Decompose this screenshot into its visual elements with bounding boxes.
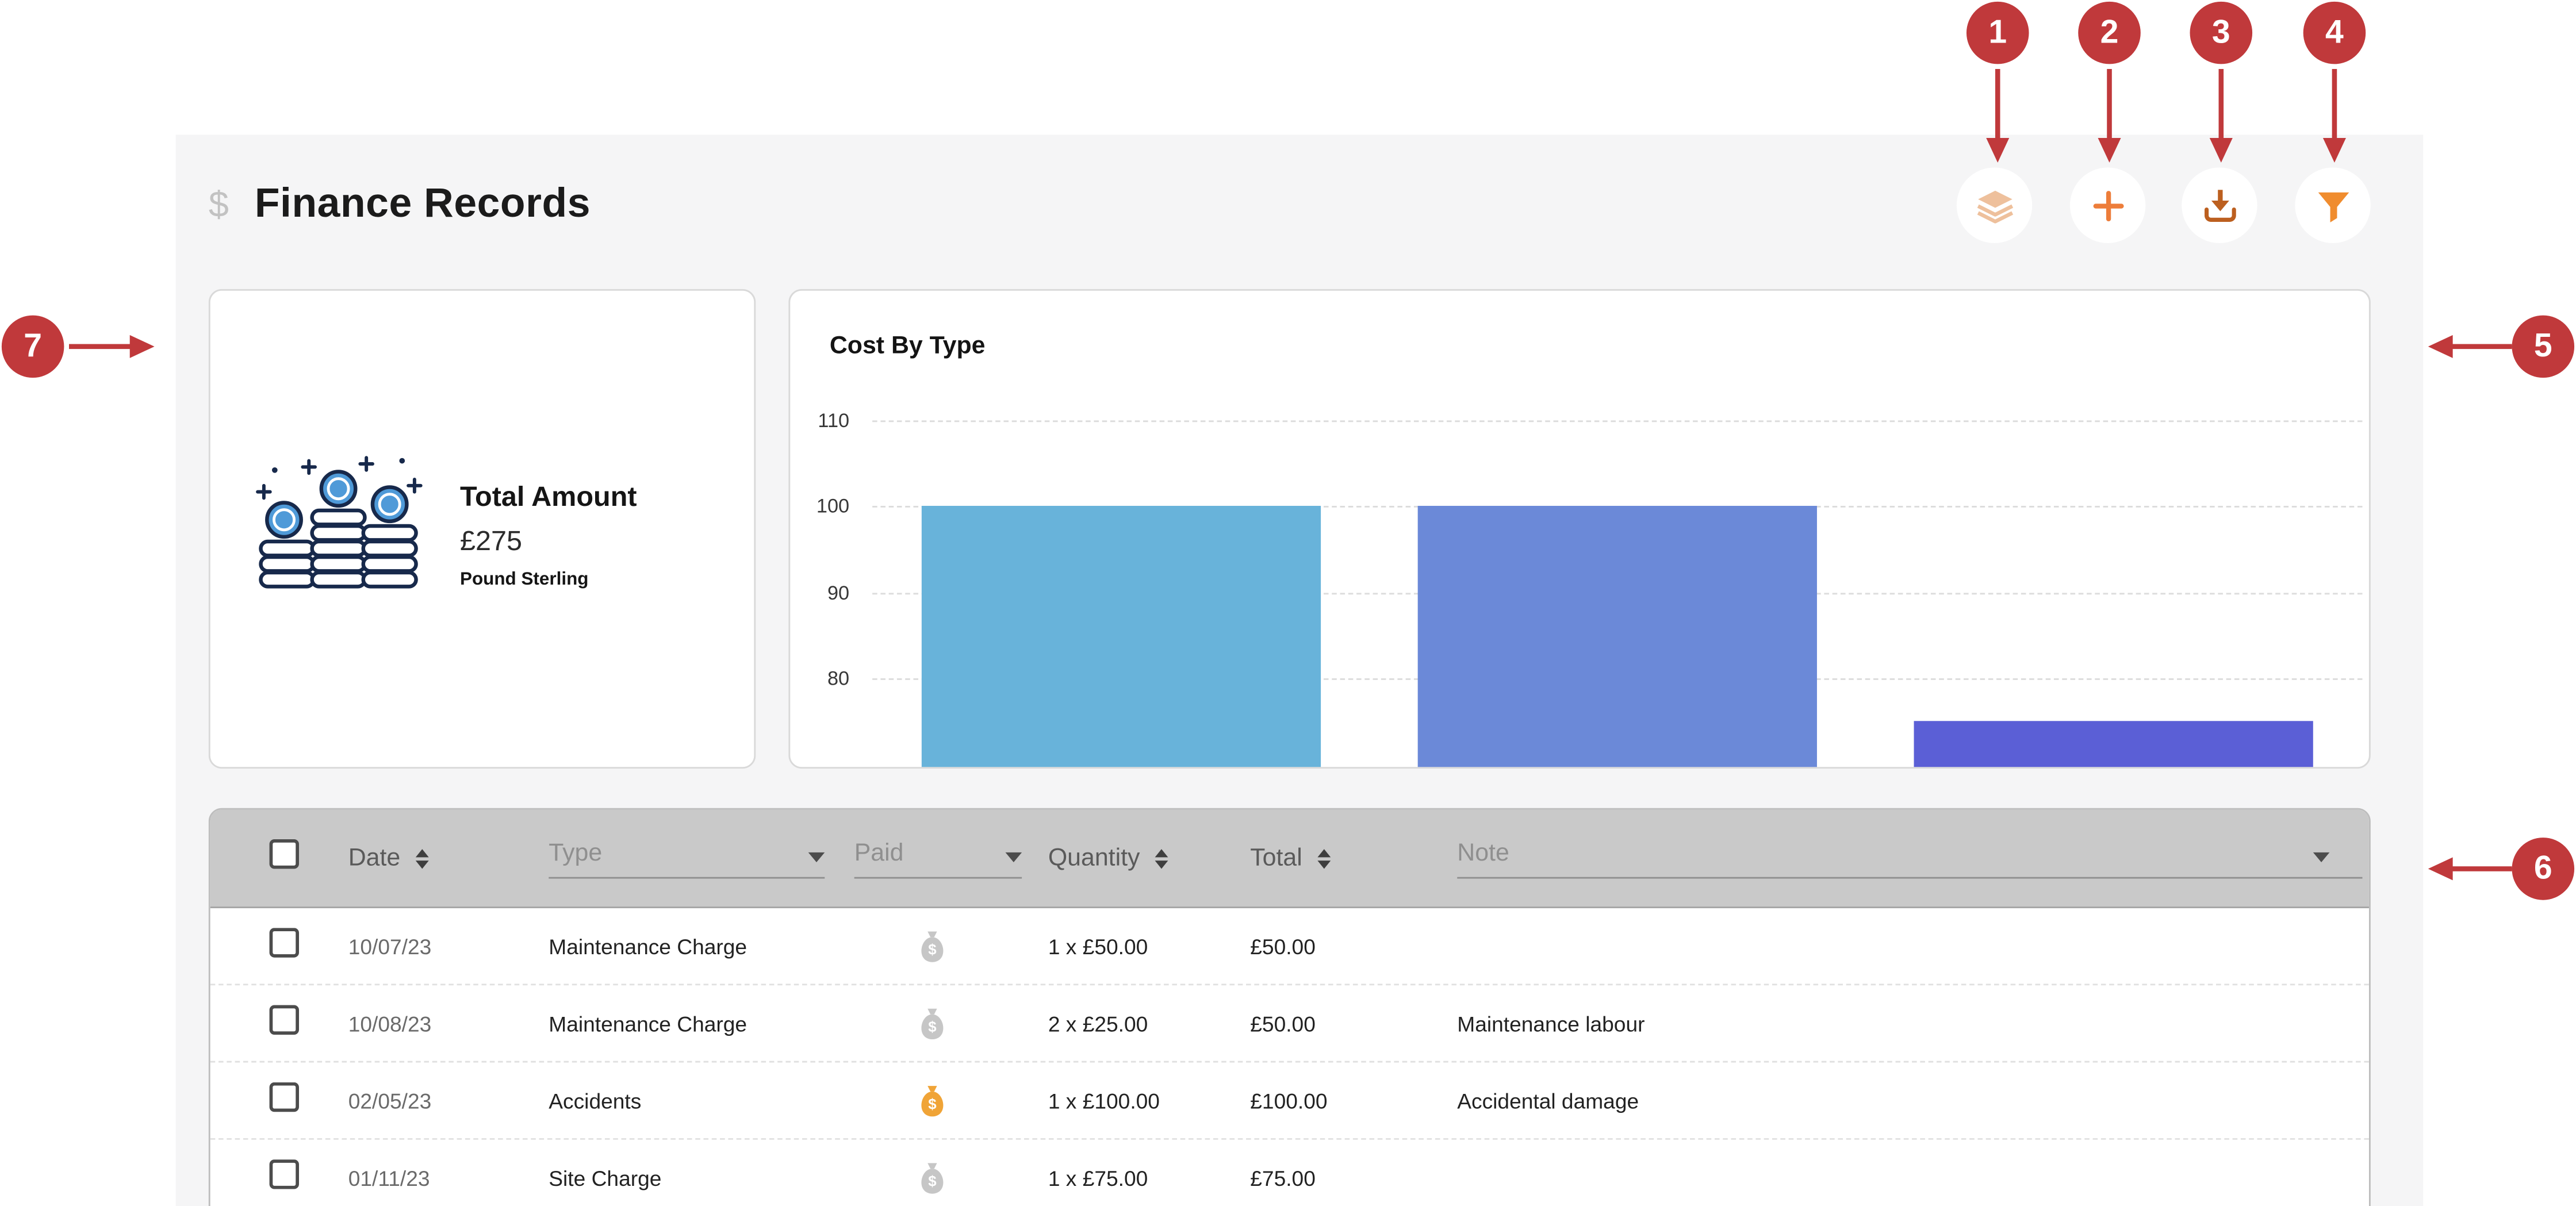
row-checkbox[interactable] bbox=[270, 927, 299, 957]
table-row[interactable]: 02/05/23 Accidents $ 1 x £100.00 £100.00… bbox=[210, 1063, 2369, 1140]
annotation-marker-2: 2 bbox=[2078, 2, 2141, 64]
column-type-label: Type bbox=[549, 839, 602, 867]
download-icon bbox=[2199, 185, 2240, 225]
annotation-marker-5: 5 bbox=[2512, 316, 2575, 378]
cell-quantity: 1 x £50.00 bbox=[1035, 934, 1237, 958]
annotation-arrow-right bbox=[69, 333, 158, 360]
svg-text:$: $ bbox=[928, 941, 936, 957]
y-tick-label: 110 bbox=[790, 406, 849, 433]
total-amount-value: £275 bbox=[460, 525, 637, 558]
svg-text:$: $ bbox=[928, 1096, 936, 1112]
sort-icon bbox=[1155, 848, 1168, 868]
chevron-down-icon bbox=[1006, 851, 1022, 861]
cell-type: Maintenance Charge bbox=[535, 1011, 841, 1036]
cell-note: Maintenance labour bbox=[1444, 1011, 2369, 1036]
cell-quantity: 1 x £100.00 bbox=[1035, 1088, 1237, 1113]
cell-note: Accidental damage bbox=[1444, 1088, 2369, 1113]
records-table: Date Type Paid Quantity bbox=[209, 808, 2371, 1206]
row-checkbox[interactable] bbox=[270, 1159, 299, 1188]
chevron-down-icon bbox=[808, 851, 825, 861]
chevron-down-icon bbox=[2313, 851, 2330, 861]
chart-bar bbox=[1914, 721, 2313, 767]
total-amount-card: Total Amount £275 Pound Sterling bbox=[209, 289, 756, 769]
dollar-icon: $ bbox=[209, 184, 229, 226]
total-amount-currency: Pound Sterling bbox=[460, 570, 637, 589]
cell-total: £50.00 bbox=[1237, 934, 1444, 958]
total-amount-title: Total Amount bbox=[460, 481, 637, 514]
download-button[interactable] bbox=[2182, 167, 2257, 243]
cell-quantity: 1 x £75.00 bbox=[1035, 1165, 1237, 1190]
column-note-label: Note bbox=[1457, 839, 1509, 867]
layers-icon bbox=[1974, 185, 2015, 225]
annotation-marker-6: 6 bbox=[2512, 838, 2575, 900]
annotation-marker-3: 3 bbox=[2190, 2, 2253, 64]
money-bag-icon: $ bbox=[917, 1161, 948, 1195]
table-row[interactable]: 10/07/23 Maintenance Charge $ 1 x £50.00… bbox=[210, 908, 2369, 985]
money-bag-icon: $ bbox=[917, 1083, 948, 1117]
row-checkbox[interactable] bbox=[270, 1004, 299, 1034]
svg-text:$: $ bbox=[928, 1173, 936, 1189]
cell-date: 01/11/23 bbox=[335, 1165, 536, 1190]
cell-date: 10/07/23 bbox=[335, 934, 536, 958]
table-row[interactable]: 10/08/23 Maintenance Charge $ 2 x £25.00… bbox=[210, 985, 2369, 1062]
add-record-button[interactable] bbox=[2070, 167, 2145, 243]
cell-total: £75.00 bbox=[1237, 1165, 1444, 1190]
y-tick-label: 80 bbox=[790, 665, 849, 692]
svg-text:$: $ bbox=[928, 1019, 936, 1035]
cost-by-type-card: Cost By Type 1101009080 bbox=[788, 289, 2370, 769]
sort-icon bbox=[1317, 848, 1331, 868]
money-bag-icon: $ bbox=[917, 1006, 948, 1040]
filter-button[interactable] bbox=[2295, 167, 2370, 243]
cell-type: Site Charge bbox=[535, 1165, 841, 1190]
column-note-filter[interactable]: Note bbox=[1457, 839, 2362, 878]
annotation-arrow-down bbox=[1984, 69, 2011, 164]
chart-bar bbox=[921, 506, 1320, 767]
annotation-arrow-left bbox=[2425, 333, 2513, 360]
page-title: Finance Records bbox=[255, 180, 591, 228]
cell-date: 02/05/23 bbox=[335, 1088, 536, 1113]
sort-icon bbox=[415, 848, 428, 868]
coins-illustration bbox=[253, 448, 424, 613]
annotation-arrow-down bbox=[2096, 69, 2123, 164]
annotation-marker-4: 4 bbox=[2303, 2, 2366, 64]
row-checkbox[interactable] bbox=[270, 1081, 299, 1111]
column-quantity[interactable]: Quantity bbox=[1048, 844, 1237, 873]
cell-type: Maintenance Charge bbox=[535, 934, 841, 958]
column-paid-label: Paid bbox=[854, 839, 904, 867]
chart-plot: 110 100 90 80 bbox=[790, 291, 2369, 767]
column-type-filter[interactable]: Type bbox=[549, 839, 825, 878]
column-quantity-label: Quantity bbox=[1048, 844, 1140, 873]
column-total-label: Total bbox=[1250, 844, 1302, 873]
cell-date: 10/08/23 bbox=[335, 1011, 536, 1036]
column-date[interactable]: Date bbox=[348, 844, 536, 873]
gridline bbox=[872, 420, 2362, 421]
select-all-checkbox[interactable] bbox=[270, 839, 299, 869]
cell-type: Accidents bbox=[535, 1088, 841, 1113]
annotation-marker-7: 7 bbox=[2, 316, 64, 378]
money-bag-icon: $ bbox=[917, 929, 948, 963]
cell-total: £100.00 bbox=[1237, 1088, 1444, 1113]
cell-total: £50.00 bbox=[1237, 1011, 1444, 1036]
column-date-label: Date bbox=[348, 844, 401, 873]
y-tick-label: 90 bbox=[790, 579, 849, 605]
finance-records-page: $ Finance Records bbox=[0, 0, 2576, 1206]
cell-quantity: 2 x £25.00 bbox=[1035, 1011, 1237, 1036]
filter-icon bbox=[2312, 185, 2353, 225]
table-row[interactable]: 01/11/23 Site Charge $ 1 x £75.00 £75.00 bbox=[210, 1140, 2369, 1206]
table-header: Date Type Paid Quantity bbox=[210, 810, 2369, 908]
annotation-arrow-down bbox=[2208, 69, 2234, 164]
annotation-marker-1: 1 bbox=[1966, 2, 2029, 64]
column-paid-filter[interactable]: Paid bbox=[854, 839, 1022, 878]
plus-icon bbox=[2087, 185, 2128, 225]
annotation-arrow-down bbox=[2321, 69, 2348, 164]
y-tick-label: 100 bbox=[790, 493, 849, 519]
column-total[interactable]: Total bbox=[1250, 844, 1444, 873]
annotation-arrow-left bbox=[2425, 856, 2513, 882]
chart-bar bbox=[1418, 506, 1817, 767]
group-button[interactable] bbox=[1957, 167, 2032, 243]
